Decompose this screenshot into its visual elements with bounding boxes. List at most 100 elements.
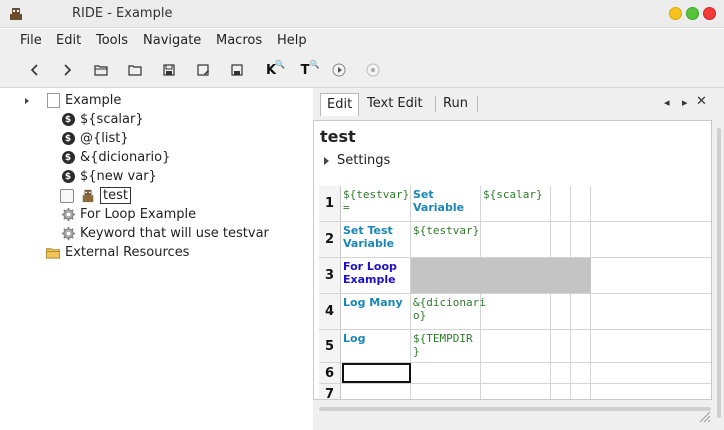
tree-expander-icon[interactable] [25, 98, 29, 104]
grid-cell[interactable]: ${testvar} [411, 222, 481, 257]
menu-help[interactable]: Help [277, 33, 307, 48]
document-icon [46, 93, 60, 108]
menu-edit[interactable]: Edit [56, 33, 81, 48]
grid-cell[interactable] [481, 222, 551, 257]
forward-button[interactable] [58, 61, 76, 79]
grid-cell[interactable] [571, 186, 591, 221]
grid-cell[interactable] [481, 363, 551, 383]
tree-item-test[interactable]: test [60, 186, 131, 205]
tree-item-variable[interactable]: $ @{list} [60, 129, 129, 148]
minimize-button[interactable] [669, 7, 682, 20]
chevron-left-icon [30, 64, 38, 76]
tab-run[interactable]: Run [437, 93, 474, 116]
tree-item-example[interactable]: Example [45, 91, 121, 110]
tree-item-label: External Resources [65, 245, 190, 260]
vertical-scrollbar[interactable] [714, 128, 724, 418]
floppy-disk-icon [163, 64, 175, 76]
maximize-button[interactable] [686, 7, 699, 20]
test-checkbox[interactable] [60, 188, 74, 203]
tab-close-icon[interactable]: ✕ [696, 94, 707, 109]
grid-cell[interactable] [411, 384, 481, 399]
grid-cell[interactable] [411, 363, 481, 383]
grid-cell[interactable] [481, 330, 551, 362]
tab-text-edit[interactable]: Text Edit [361, 93, 429, 116]
grid-cell[interactable]: Set Variable [411, 186, 481, 221]
tree-item-label: &{dicionario} [80, 150, 171, 165]
stop-button[interactable] [364, 61, 382, 79]
grid-cell[interactable]: &{dicionari o} [411, 294, 486, 329]
grid-cell[interactable] [571, 294, 591, 329]
menu-navigate[interactable]: Navigate [143, 33, 201, 48]
menu-file[interactable]: File [20, 33, 42, 48]
save-button[interactable] [160, 61, 178, 79]
grid-cell[interactable] [571, 222, 591, 257]
tree-item-keyword[interactable]: For Loop Example [60, 205, 196, 224]
resize-grip-icon[interactable] [696, 408, 712, 424]
test-search-icon: T 🔍 [300, 59, 320, 78]
title-bar: RIDE - Example [0, 0, 724, 28]
scroll-thumb[interactable] [319, 407, 711, 411]
grid-cell[interactable]: Log [341, 330, 411, 362]
menu-tools[interactable]: Tools [96, 33, 128, 48]
grid-cell-editing[interactable] [342, 363, 411, 383]
tree-item-variable[interactable]: $ ${scalar} [60, 110, 144, 129]
open-directory-button[interactable] [126, 61, 144, 79]
tab-scroll-left-icon[interactable]: ◂ [664, 96, 670, 109]
grid-cell[interactable]: Set Test Variable [341, 222, 411, 257]
scroll-thumb[interactable] [717, 128, 721, 418]
save-all-icon [197, 64, 209, 76]
save-all-button[interactable] [194, 61, 212, 79]
grid-cell[interactable] [481, 384, 551, 399]
horizontal-scrollbar[interactable] [319, 404, 711, 414]
settings-toggle[interactable]: Settings [324, 153, 390, 168]
tree-item-label: ${new var} [80, 169, 157, 184]
gear-icon [61, 207, 75, 222]
tree-item-external-resources[interactable]: External Resources [45, 243, 189, 262]
table-row: 2 Set Test Variable ${testvar} [319, 222, 711, 258]
back-button[interactable] [26, 61, 44, 79]
window-title: RIDE - Example [72, 6, 173, 21]
grid-cell[interactable] [571, 330, 591, 362]
tree-item-variable[interactable]: $ &{dicionario} [60, 148, 170, 167]
table-row: 4 Log Many &{dicionari o} [319, 294, 711, 330]
editor-area: Edit Text Edit Run ◂ ▸ ✕ test Settings 1… [313, 88, 724, 430]
gear-icon [61, 226, 75, 241]
stop-circle-icon [366, 63, 380, 77]
grid-cell[interactable] [551, 363, 571, 383]
run-button[interactable] [330, 61, 348, 79]
tree-item-variable[interactable]: $ ${new var} [60, 167, 157, 186]
grid-cell[interactable] [551, 294, 571, 329]
row-number: 2 [319, 222, 341, 257]
tab-edit[interactable]: Edit [320, 93, 360, 116]
chevron-right-icon [64, 64, 72, 76]
grid-cell[interactable] [551, 330, 571, 362]
grid-cell[interactable]: ${testvar} = [341, 186, 411, 221]
tree-item-label: ${scalar} [80, 112, 144, 127]
grid-cell[interactable]: ${scalar} [481, 186, 551, 221]
grid-cell[interactable]: Log Many [341, 294, 411, 329]
grid-cell[interactable]: ${TEMPDIR } [411, 330, 481, 362]
grid-cell[interactable] [551, 186, 571, 221]
grid-cell[interactable] [341, 384, 411, 399]
step-grid: 1 ${testvar} = Set Variable ${scalar} 2 … [319, 186, 711, 399]
tab-separator [435, 96, 436, 112]
table-row: 1 ${testvar} = Set Variable ${scalar} [319, 186, 711, 222]
tab-scroll-right-icon[interactable]: ▸ [682, 96, 688, 109]
row-number: 4 [319, 294, 341, 329]
robot-test-icon [82, 189, 94, 202]
tree-item-keyword[interactable]: Keyword that will use testvar [60, 224, 269, 243]
grid-cell[interactable]: For Loop Example [341, 258, 411, 293]
menu-macros[interactable]: Macros [216, 33, 262, 48]
test-editor-panel: test Settings 1 ${testvar} = Set Variabl… [313, 120, 712, 400]
grid-cell[interactable] [571, 363, 591, 383]
save-as-button[interactable] [228, 61, 246, 79]
search-keywords-button[interactable]: K 🔍 [262, 60, 285, 79]
grid-cell[interactable] [551, 222, 571, 257]
grid-cell[interactable] [481, 294, 551, 329]
grid-cell[interactable] [571, 384, 591, 399]
grid-cell[interactable] [551, 384, 571, 399]
close-button[interactable] [703, 7, 716, 20]
open-test-suite-button[interactable] [92, 61, 110, 79]
search-tests-button[interactable]: T 🔍 [296, 59, 320, 79]
variable-dollar-icon: $ [61, 132, 75, 145]
